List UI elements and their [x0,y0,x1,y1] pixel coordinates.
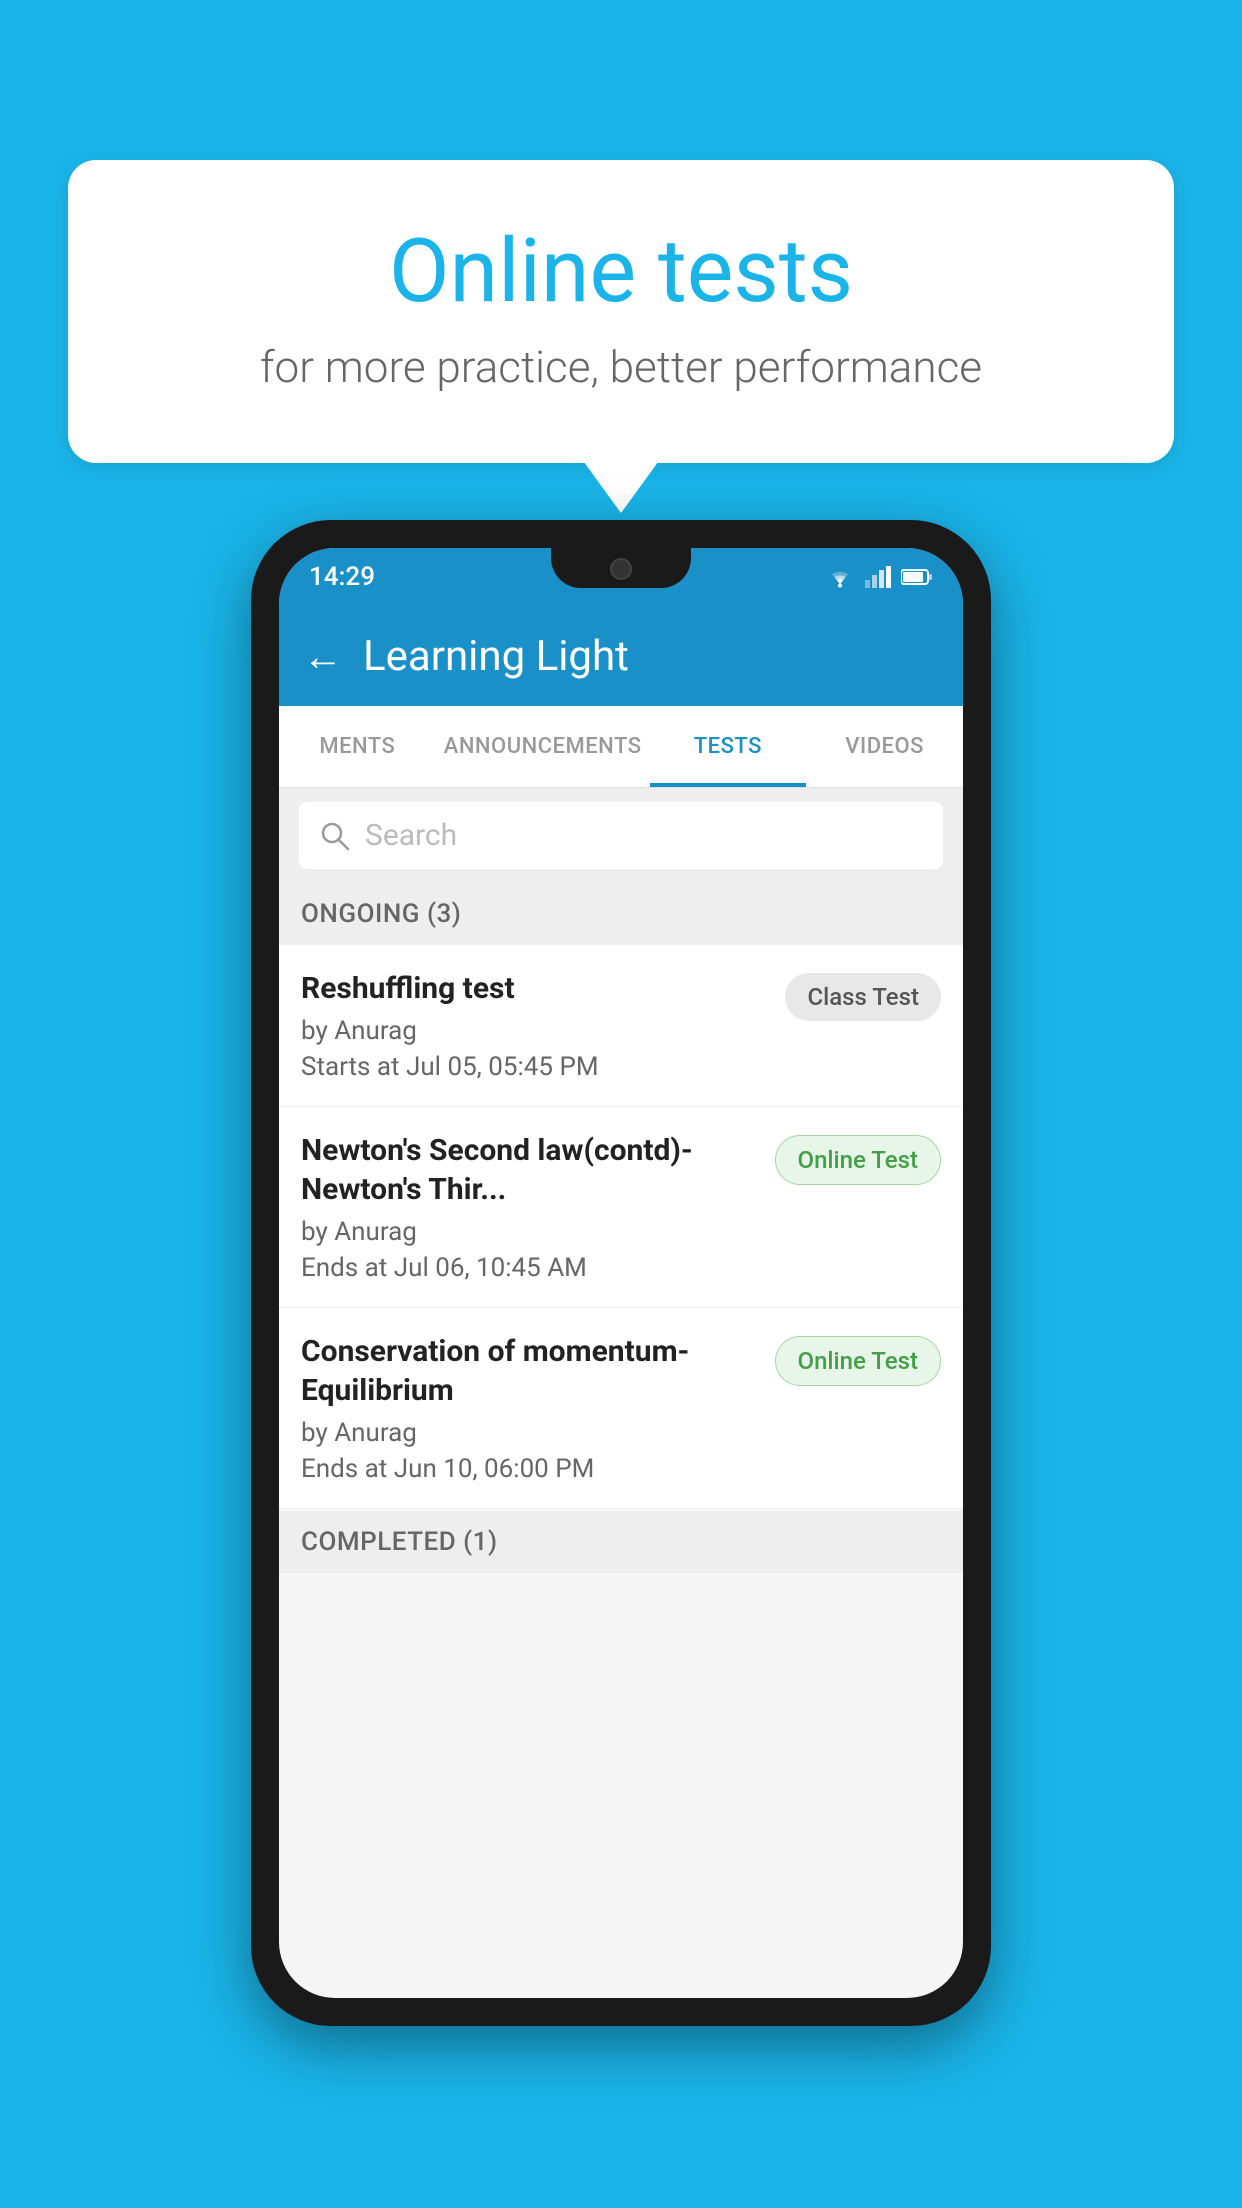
test-badge-2: Online Test [775,1135,941,1185]
tab-announcements[interactable]: ANNOUNCEMENTS [436,706,650,787]
test-name-3: Conservation of momentum-Equilibrium [301,1332,761,1410]
test-badge-3: Online Test [775,1336,941,1386]
test-info-3: Conservation of momentum-Equilibrium by … [301,1332,761,1484]
speech-bubble: Online tests for more practice, better p… [68,160,1174,463]
online-tests-title: Online tests [108,220,1134,323]
completed-title: COMPLETED (1) [301,1527,498,1557]
search-container: Search [279,788,963,883]
speech-bubble-container: Online tests for more practice, better p… [68,160,1174,463]
battery-icon [901,568,933,586]
test-date-3: Ends at Jun 10, 06:00 PM [301,1454,761,1484]
phone-notch [551,548,691,588]
test-author-1: by Anurag [301,1016,771,1046]
test-item[interactable]: Reshuffling test by Anurag Starts at Jul… [279,945,963,1107]
status-icons [825,566,933,588]
tab-ments[interactable]: MENTS [279,706,436,787]
test-author-2: by Anurag [301,1217,761,1247]
status-time: 14:29 [309,562,375,592]
online-tests-subtitle: for more practice, better performance [108,341,1134,393]
test-item[interactable]: Newton's Second law(contd)-Newton's Thir… [279,1107,963,1308]
search-icon [319,820,351,852]
phone-frame: 14:29 [251,520,991,2026]
test-info-1: Reshuffling test by Anurag Starts at Jul… [301,969,771,1082]
ongoing-section-header: ONGOING (3) [279,883,963,945]
test-name-2: Newton's Second law(contd)-Newton's Thir… [301,1131,761,1209]
completed-section-header: COMPLETED (1) [279,1511,963,1573]
test-author-3: by Anurag [301,1418,761,1448]
ongoing-title: ONGOING (3) [301,899,461,929]
test-date-1: Starts at Jul 05, 05:45 PM [301,1052,771,1082]
wifi-icon [825,566,855,588]
test-badge-1: Class Test [785,973,941,1021]
tab-videos[interactable]: VIDEOS [806,706,963,787]
app-title: Learning Light [363,632,629,681]
phone-container: 14:29 [251,520,991,2026]
test-name-1: Reshuffling test [301,969,771,1008]
phone-camera [610,558,632,580]
test-date-2: Ends at Jul 06, 10:45 AM [301,1253,761,1283]
test-info-2: Newton's Second law(contd)-Newton's Thir… [301,1131,761,1283]
back-button[interactable]: ← [303,633,343,680]
signal-icon [865,566,891,588]
phone-screen: 14:29 [279,548,963,1998]
test-item[interactable]: Conservation of momentum-Equilibrium by … [279,1308,963,1509]
test-list: Reshuffling test by Anurag Starts at Jul… [279,945,963,1509]
tab-tests[interactable]: TESTS [650,706,807,787]
search-placeholder: Search [365,818,457,853]
search-box[interactable]: Search [299,802,943,869]
tabs-bar: MENTS ANNOUNCEMENTS TESTS VIDEOS [279,706,963,788]
app-bar: ← Learning Light [279,606,963,706]
